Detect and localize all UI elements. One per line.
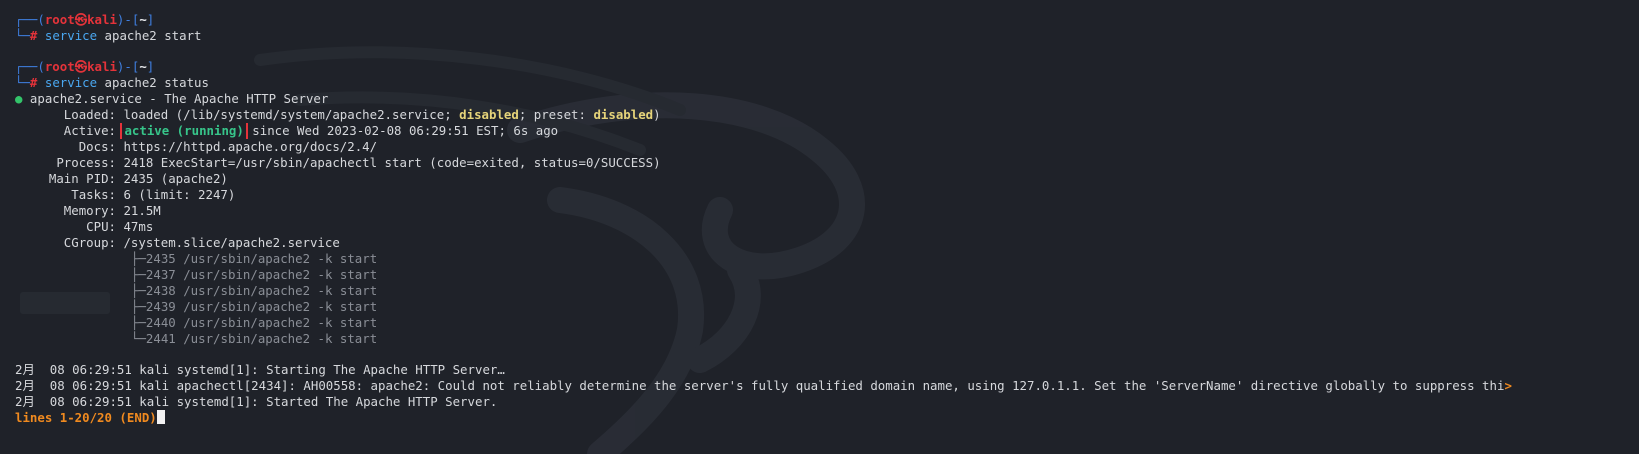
log-line: 2月 08 06:29:51 kali apachectl[2434]: AH0…: [15, 378, 1512, 393]
service-header: ● apache2.service - The Apache HTTP Serv…: [15, 91, 329, 106]
command-line: └─# service apache2 status: [15, 75, 209, 90]
prompt-user: root: [44, 12, 75, 27]
truncation-marker: >: [1504, 378, 1512, 393]
main-pid-row: Main PID: 2435 (apache2): [48, 171, 228, 186]
prompt-host: kali: [87, 12, 117, 27]
cgroup-tree-item: └─2441 /usr/sbin/apache2 -k start: [131, 331, 378, 346]
prompt-line-top: ┌──(root㉿kali)-[~]: [15, 59, 155, 74]
prompt-cwd: ~: [139, 12, 147, 27]
docs-link: https://httpd.apache.org/docs/2.4/: [116, 139, 378, 154]
cgroup-tree-item: ├─2435 /usr/sbin/apache2 -k start: [131, 251, 378, 266]
loaded-row: Loaded: loaded (/lib/systemd/system/apac…: [63, 107, 661, 122]
cpu-row: CPU: 47ms: [86, 219, 154, 234]
log-line: 2月 08 06:29:51 kali systemd[1]: Starting…: [15, 362, 505, 377]
text-cursor: [156, 410, 165, 424]
active-row: Active: active (running) since Wed 2023-…: [63, 123, 559, 139]
log-line: 2月 08 06:29:51 kali systemd[1]: Started …: [15, 394, 498, 409]
tasks-row: Tasks: 6 (limit: 2247): [71, 187, 236, 202]
cgroup-row: CGroup: /system.slice/apache2.service: [63, 235, 340, 250]
process-row: Process: 2418 ExecStart=/usr/sbin/apache…: [56, 155, 661, 170]
cgroup-tree-item: ├─2440 /usr/sbin/apache2 -k start: [131, 315, 378, 330]
pager-status: lines 1-20/20 (END): [15, 410, 1625, 426]
prompt-host: kali: [87, 59, 117, 74]
prompt-at-symbol: ㉿: [74, 59, 88, 74]
command-name: service: [44, 28, 98, 43]
prompt-cwd: ~: [139, 59, 147, 74]
command-args: apache2 start: [97, 28, 202, 43]
terminal-output[interactable]: ┌──(root㉿kali)-[~] └─# service apache2 s…: [15, 12, 1625, 426]
active-state-highlight: active (running): [120, 123, 248, 139]
prompt-user: root: [44, 59, 75, 74]
command-args: apache2 status: [97, 75, 209, 90]
cgroup-tree-item: ├─2437 /usr/sbin/apache2 -k start: [131, 267, 378, 282]
command-name: service: [44, 75, 98, 90]
command-line: └─# service apache2 start: [15, 28, 202, 43]
memory-row: Memory: 21.5M: [63, 203, 161, 218]
prompt-line-top: ┌──(root㉿kali)-[~]: [15, 12, 155, 27]
cgroup-tree-item: ├─2438 /usr/sbin/apache2 -k start: [131, 283, 378, 298]
prompt-at-symbol: ㉿: [74, 12, 88, 27]
cgroup-tree-item: ├─2439 /usr/sbin/apache2 -k start: [131, 299, 378, 314]
docs-row: Docs: https://httpd.apache.org/docs/2.4/: [78, 139, 378, 154]
